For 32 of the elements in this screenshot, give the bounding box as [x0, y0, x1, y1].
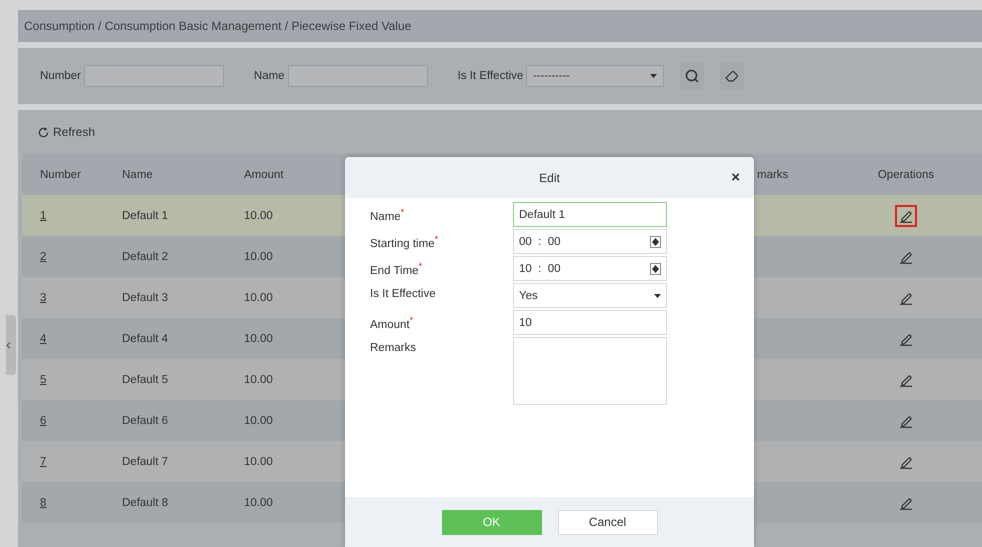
field-label: End Time$^{*}$	[370, 260, 424, 277]
table-cell-text: 10.00	[243, 332, 274, 344]
table-cell-text: Default 4	[121, 332, 170, 344]
table-cell-text: 10.00	[243, 374, 274, 386]
field-label: Is It Effective	[370, 287, 437, 300]
table-cell-text: Default 6	[121, 414, 170, 426]
field-label: Starting time$^{*}$	[370, 233, 440, 250]
table-cell-text: Default 8	[121, 496, 170, 508]
table-cell-text: 10.00	[243, 250, 274, 262]
table-cell-text: Default 3	[121, 292, 170, 304]
table-cell-text: Default 1	[121, 210, 170, 222]
table-cell-text: 10.00	[243, 210, 274, 222]
breadcrumb: Consumption / Consumption Basic Management / Piecewise Fixed Value	[24, 19, 412, 33]
column-header: Name	[121, 168, 154, 180]
filter-label: Name	[254, 70, 285, 82]
table-cell-text: Default 7	[121, 456, 170, 468]
table-cell-text: 10.00	[243, 414, 274, 426]
column-header: marks	[756, 168, 790, 180]
column-header: Number	[39, 168, 82, 180]
column-header: Operations	[878, 168, 934, 180]
column-header: Amount	[243, 168, 285, 180]
filter-label: Number	[40, 70, 81, 82]
dialog-title: Edit	[539, 170, 560, 184]
table-cell-text: 10.00	[243, 496, 274, 508]
table-cell-text: Default 5	[121, 374, 170, 386]
field-label: Name$^{*}$	[370, 206, 406, 223]
table-cell-text: 10.00	[243, 456, 274, 468]
filter-label: Is It Effective	[458, 70, 524, 82]
field-label: Amount$^{*}$	[370, 314, 414, 331]
field-label: Remarks	[370, 341, 418, 354]
table-cell-text: 10.00	[243, 292, 274, 304]
table-cell-text: Default 2	[121, 250, 170, 262]
